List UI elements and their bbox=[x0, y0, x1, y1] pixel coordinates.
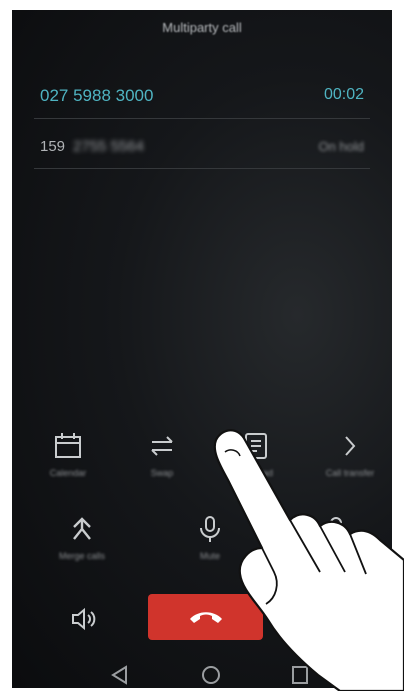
call-timer: 00:02 bbox=[323, 86, 364, 103]
held-call-row[interactable]: 159 2755 5564 On hold bbox=[34, 124, 370, 169]
on-hold-status: On hold bbox=[318, 139, 364, 154]
notepad-icon bbox=[245, 433, 267, 459]
speaker-button[interactable] bbox=[44, 606, 124, 632]
held-call-number: 159 2755 5564 bbox=[40, 138, 144, 155]
nav-home-icon[interactable] bbox=[200, 665, 222, 687]
screen-title: Multiparty call bbox=[162, 20, 242, 35]
microphone-icon bbox=[200, 516, 220, 542]
nav-recents-icon[interactable] bbox=[290, 665, 310, 685]
merge-calls-button[interactable]: Merge calls bbox=[42, 515, 122, 561]
active-call-number: 027 5988 3000 bbox=[40, 86, 154, 105]
merge-arrows-icon bbox=[73, 517, 91, 540]
end-call-button[interactable] bbox=[148, 594, 263, 640]
calendar-label: Calendar bbox=[49, 468, 87, 478]
swap-label: Swap bbox=[150, 468, 174, 478]
person-icon bbox=[325, 517, 347, 542]
hang-up-icon bbox=[190, 612, 222, 623]
mute-button[interactable]: Mute bbox=[170, 515, 250, 561]
notepad-button[interactable]: Notepad bbox=[216, 432, 296, 478]
held-call-number-prefix: 159 bbox=[40, 138, 66, 155]
held-call-number-redacted: 2755 5564 bbox=[73, 138, 144, 155]
call-transfer-button[interactable]: Call transfer bbox=[310, 432, 390, 478]
nav-back-icon[interactable] bbox=[110, 665, 130, 685]
active-call-row[interactable]: 027 5988 3000 00:02 bbox=[34, 74, 370, 119]
chevron-right-icon bbox=[345, 436, 356, 456]
swap-arrows-icon bbox=[151, 436, 173, 456]
speaker-icon bbox=[72, 607, 96, 631]
merge-calls-label: Merge calls bbox=[58, 551, 105, 561]
calendar-icon bbox=[55, 433, 81, 458]
swap-button[interactable]: Swap bbox=[122, 432, 202, 478]
call-screen: Multiparty call 027 5988 3000 00:02 159 2… bbox=[12, 10, 392, 688]
calendar-button[interactable]: Calendar bbox=[28, 432, 108, 478]
contacts-button[interactable]: Contacts bbox=[296, 515, 376, 561]
mute-label: Mute bbox=[199, 551, 220, 561]
notepad-label: Notepad bbox=[238, 468, 274, 478]
call-transfer-label: Call transfer bbox=[325, 468, 375, 478]
contacts-label: Contacts bbox=[318, 551, 354, 561]
